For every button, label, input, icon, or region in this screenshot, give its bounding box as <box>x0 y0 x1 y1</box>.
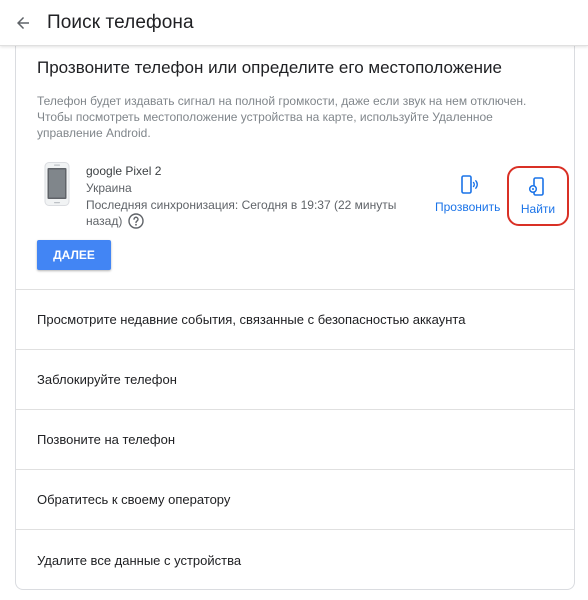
locate-device-icon <box>528 177 544 196</box>
list-item-call-phone[interactable]: Позвоните на телефон <box>16 410 574 470</box>
find-label: Найти <box>520 202 556 216</box>
last-sync-info: Последняя синхронизация: Сегодня в 19:37… <box>86 197 421 229</box>
find-button[interactable]: Найти <box>507 166 569 226</box>
list-item-security-events[interactable]: Просмотрите недавние события, связанные … <box>16 290 574 350</box>
list-item-erase-device[interactable]: Удалите все данные с устройства <box>16 530 574 590</box>
list-item-lock-phone[interactable]: Заблокируйте телефон <box>16 350 574 410</box>
phone-ring-icon <box>460 175 478 194</box>
device-name: google Pixel 2 <box>86 164 162 178</box>
device-country: Украина <box>86 181 132 195</box>
help-icon[interactable] <box>128 213 145 229</box>
page-title: Поиск телефона <box>47 11 194 33</box>
main-card: Прозвоните телефон или определите его ме… <box>15 46 575 590</box>
ring-button[interactable]: Прозвонить <box>435 174 500 214</box>
ring-or-locate-section: Прозвоните телефон или определите его ме… <box>16 46 574 290</box>
section-heading: Прозвоните телефон или определите его ме… <box>37 58 502 77</box>
section-description: Телефон будет издавать сигнал на полной … <box>37 94 527 140</box>
top-bar: Поиск телефона <box>0 0 588 46</box>
ring-label: Прозвонить <box>435 200 501 214</box>
back-button[interactable] <box>12 12 34 34</box>
phone-image-icon <box>44 162 70 206</box>
list-item-contact-carrier[interactable]: Обратитесь к своему оператору <box>16 470 574 530</box>
next-button[interactable]: ДАЛЕЕ <box>37 240 111 270</box>
arrow-back-icon <box>17 16 29 29</box>
